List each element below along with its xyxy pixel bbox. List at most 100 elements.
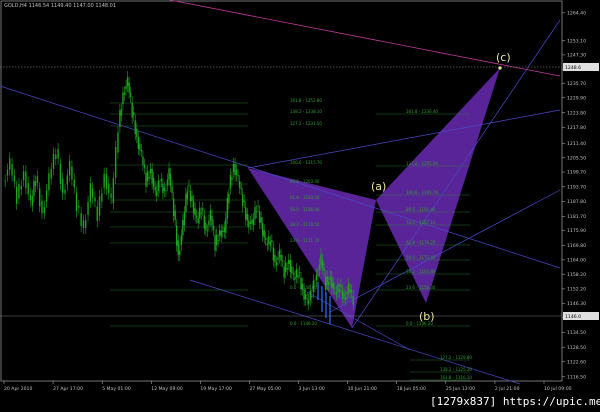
trend-line-b-c[interactable] [351,19,561,329]
candle-body [311,295,313,298]
y-tick-label: 1164.00 [567,257,586,263]
y-tick-label: 1169.80 [567,243,586,249]
y-tick-label: 1193.70 [567,184,586,190]
candle-body [50,168,52,179]
candle-body [156,191,158,196]
candle-body [215,234,218,246]
candle-body [220,230,222,237]
fib-label: 88.6 - 1191.40 [406,207,436,212]
fib-label: 161.8 - 1236.40 [406,109,438,114]
candle-body [145,172,147,187]
y-tick-label: 1158.20 [567,272,586,278]
candle-body [4,180,6,182]
candle-body [260,217,262,223]
candle-body [85,220,87,228]
candle-body [272,247,275,261]
candle-body [94,197,96,202]
candle-body [320,254,322,265]
candle-body [265,237,267,240]
candle-body [318,264,321,270]
candle-body [343,293,345,297]
candle-body [22,171,25,181]
candle-body [119,110,121,128]
y-tick-label: 1235.70 [567,81,586,87]
candle-body [194,208,196,216]
candle-body [48,173,50,191]
candle-body [52,153,55,169]
candle-body [64,189,66,194]
point-a-label: (a) [371,180,386,193]
y-tick-label: 1211.40 [567,141,586,147]
candle-body [112,177,115,204]
candle-body [326,276,328,285]
magenta-trend-line[interactable] [169,0,561,77]
candle-body [172,198,175,217]
candle-body [324,276,327,290]
pattern-triangle-abc[interactable] [376,68,500,303]
candle-body [257,205,259,207]
candle-body [151,168,153,184]
candle-body [157,180,159,191]
candle-body [337,284,339,292]
candle-body [89,183,92,202]
candle-body [169,173,172,187]
candle-body [149,168,152,173]
candle-body [223,227,225,233]
candle-body [177,240,179,255]
x-tick-label: 25 Jun 13:00 [446,386,475,392]
price-chart[interactable]: GOLD,H4 1146.54 1149.40 1147.00 1148.01 … [0,0,600,412]
fib-label: 61.8 - 1178.20 [406,240,436,245]
candle-body [303,289,305,300]
candle-body [137,136,140,149]
x-tick-label: 18 Jun 05:00 [397,386,426,392]
candle-body [331,277,333,289]
fib-label: 38.2 - 1178.50 [290,222,320,227]
candle-body [80,213,82,226]
candle-body [33,180,35,196]
y-tick-label: 1146.30 [567,301,586,307]
y-tick-label: 1205.50 [567,155,586,161]
candle-body [25,171,27,189]
candle-body [41,200,43,214]
y-tick-label: 1264.40 [567,10,586,16]
candle-body [152,177,155,187]
candle-body [105,173,108,190]
candle-body [202,208,204,211]
candle-body [128,82,130,93]
candle-body [327,282,330,285]
fib-label: 38.2 - 1165.80 [406,269,436,274]
candle-body [248,220,250,228]
candle-body [71,166,73,180]
x-tick-label: 27 Apr 17:00 [53,386,83,392]
candle-body [235,169,238,176]
candle-body [243,200,245,202]
candle-body [159,186,161,187]
candle-body [136,128,138,137]
x-tick-label: 2 Jul 21:00 [495,386,520,392]
candle-body [346,291,348,295]
y-tick-label: 1175.90 [567,228,586,234]
candle-body [91,188,94,198]
candle-body [278,249,281,258]
candle-body [174,210,176,221]
candle-body [43,207,45,214]
candle-body [205,222,207,231]
candle-body [261,222,264,236]
point-c-label: (c) [496,51,511,64]
candle-body [350,290,353,293]
candle-body [180,235,183,246]
candle-body [68,160,71,176]
candle-body [126,77,129,87]
candle-body [122,92,124,105]
candle-body [36,176,39,184]
candle-body [125,86,127,90]
chart-title: GOLD,H4 1146.54 1149.40 1147.00 1148.01 [4,3,116,9]
fib-label: 78.6 - 1187.10 [406,220,436,225]
candle-body [286,268,288,270]
fib-label: 161.8 - 1252.80 [290,98,322,103]
time-axis[interactable]: 20 Apr 2010 27 Apr 17:00 5 May 01:00 12 May… [3,381,572,392]
candle-body [148,177,150,179]
candle-body [280,254,282,261]
candle-body [254,206,256,219]
x-tick-label: 3 Jun 13:00 [299,386,325,392]
